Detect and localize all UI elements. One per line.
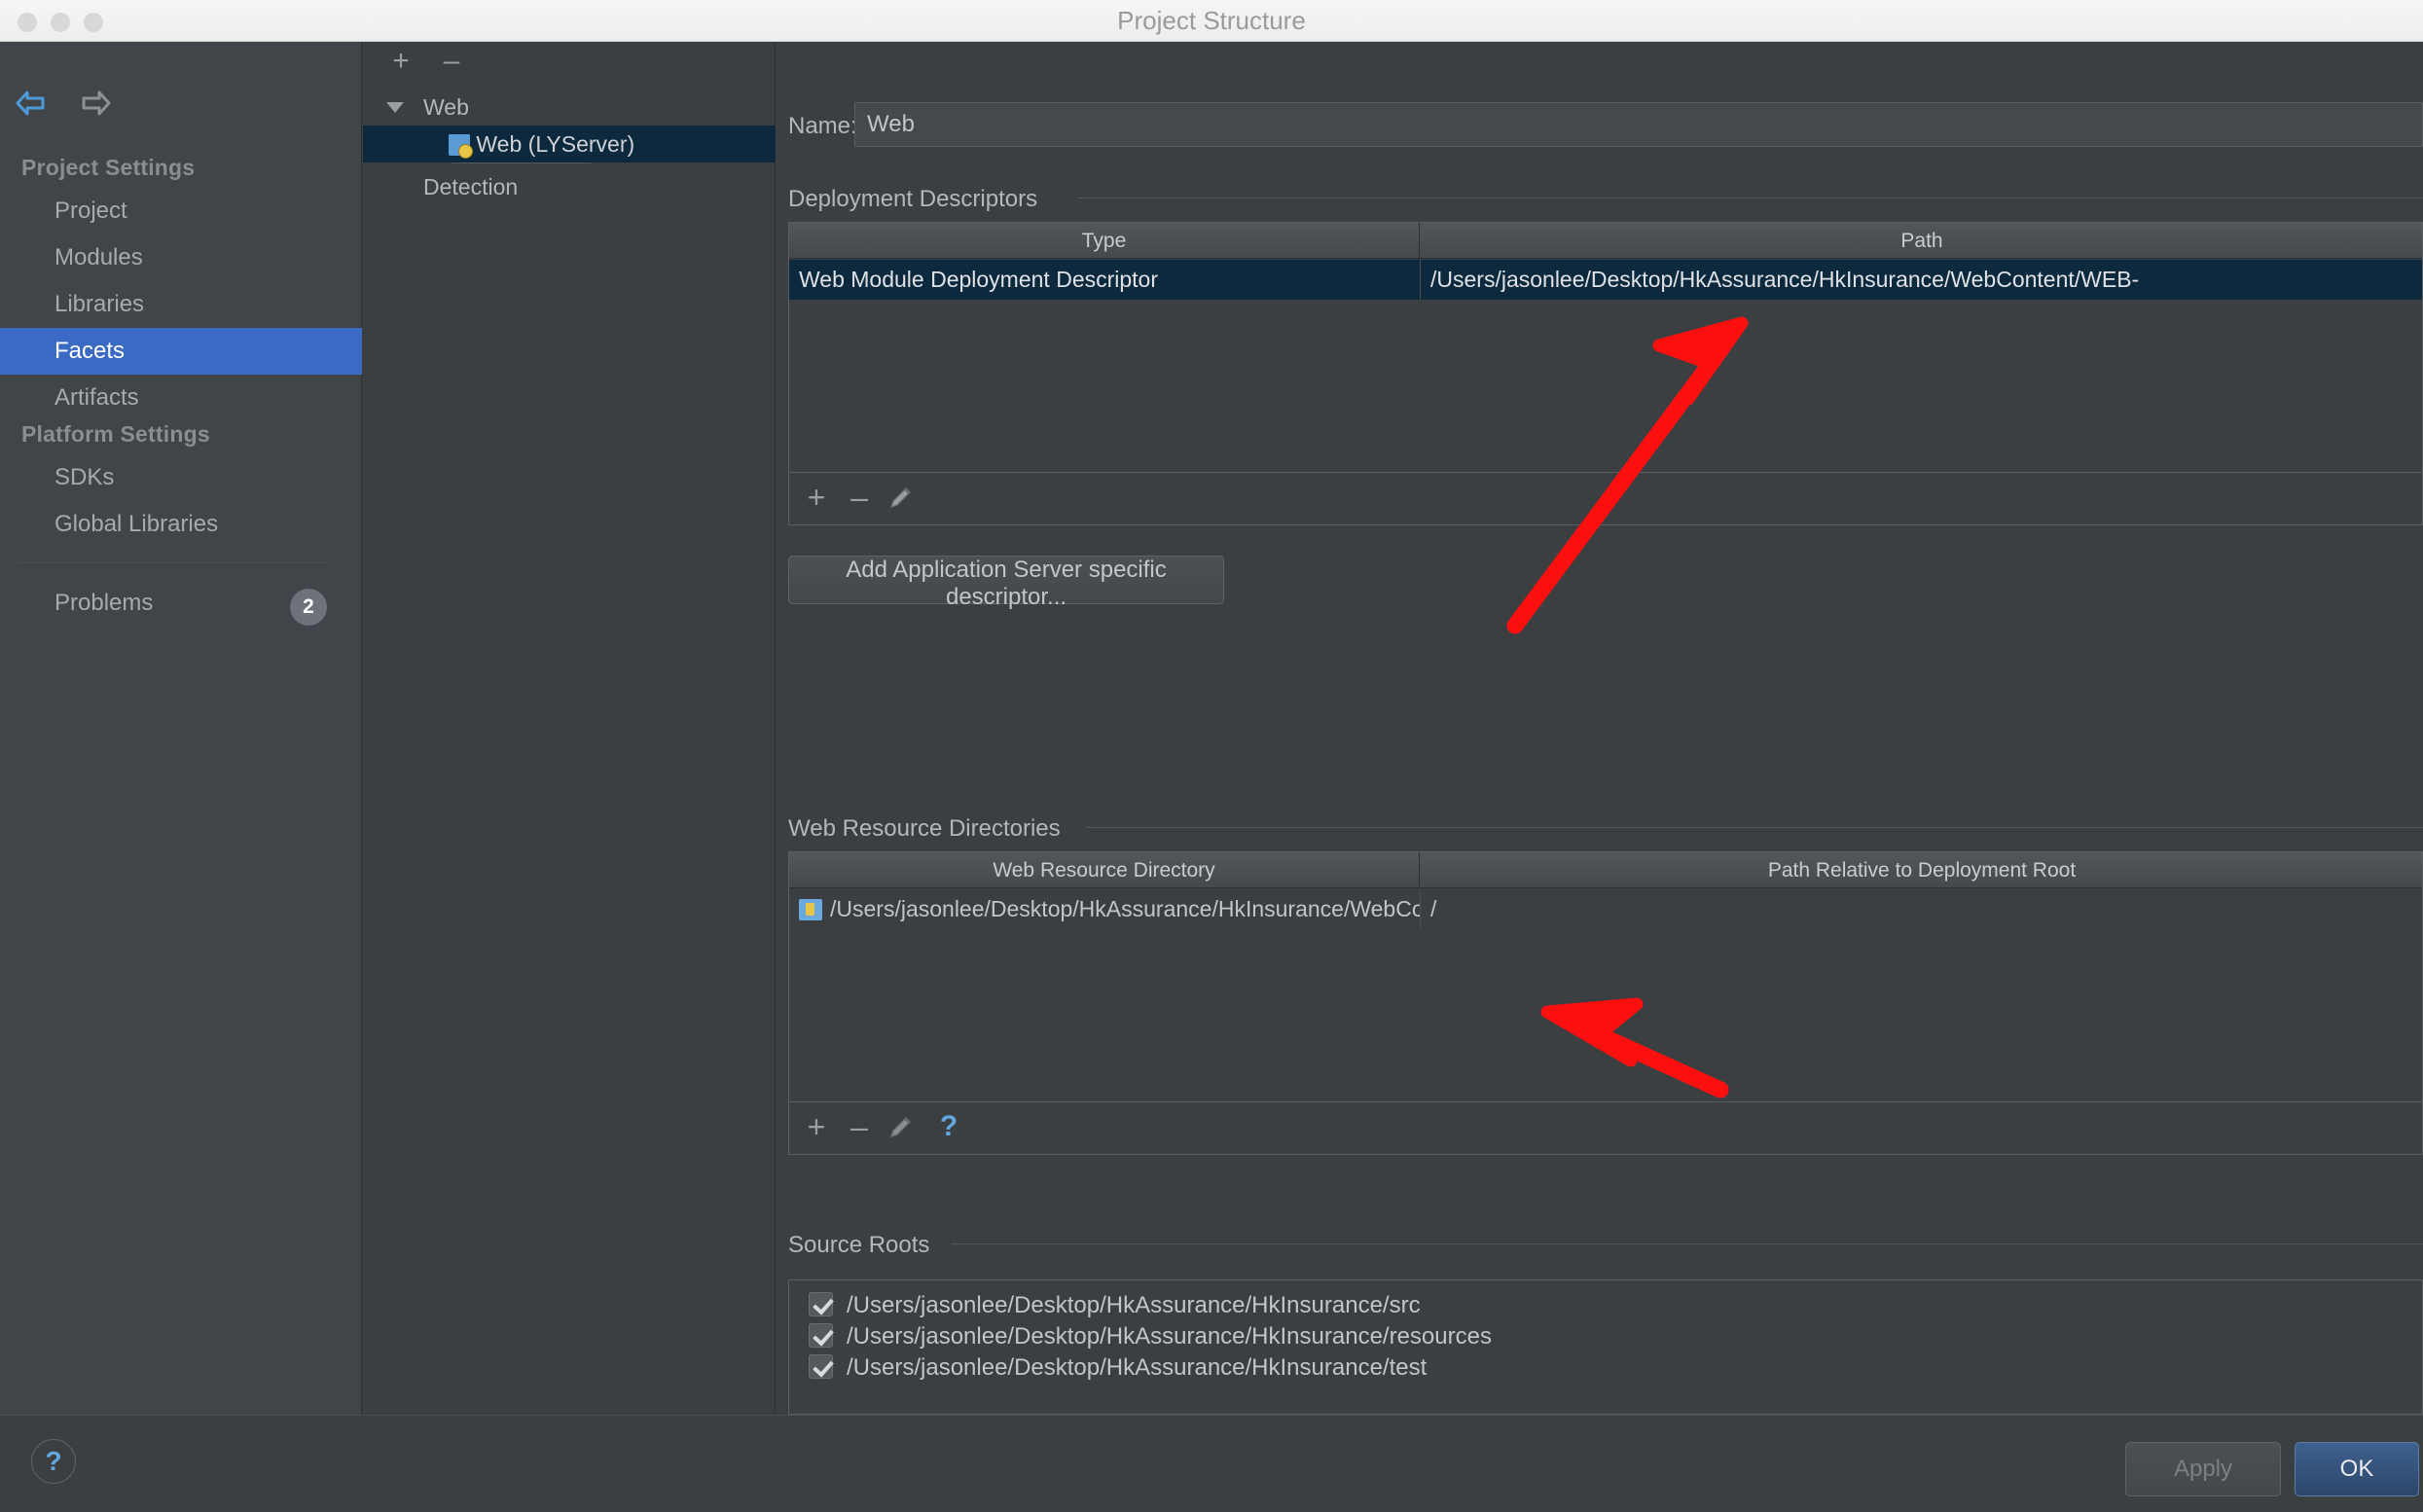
remove-descriptor-icon[interactable]: – (842, 481, 877, 516)
add-app-server-descriptor-button[interactable]: Add Application Server specific descript… (788, 556, 1224, 610)
sidebar-item-sdks[interactable]: SDKs (0, 454, 362, 501)
tree-node-detection[interactable]: Detection (363, 168, 776, 205)
remove-facet-icon[interactable]: – (435, 46, 468, 79)
sidebar-item-global-libraries[interactable]: Global Libraries (0, 501, 362, 548)
facets-tree-panel: + – Web Web (LYServer) Detection (363, 42, 776, 1415)
sidebar-group-platform-settings: Platform Settings (21, 421, 210, 447)
help-icon[interactable]: ? (31, 1439, 76, 1484)
tree-node-underline (452, 162, 591, 163)
cell-path: /Users/jasonlee/Desktop/HkAssurance/HkIn… (1420, 260, 2422, 300)
web-resource-directories-toolbar: + – ? (788, 1102, 2423, 1155)
facet-detail-panel: Name: Deployment Descriptors Type Path W… (777, 42, 2423, 1415)
source-root-path: /Users/jasonlee/Desktop/HkAssurance/HkIn… (847, 1292, 1421, 1318)
edit-descriptor-pencil-icon[interactable] (885, 483, 920, 518)
sidebar-divider (18, 562, 327, 563)
sidebar-item-facets[interactable]: Facets (0, 328, 362, 375)
web-resource-directories-table[interactable]: Web Resource Directory Path Relative to … (788, 851, 2423, 1102)
deployment-descriptors-toolbar: + – (788, 473, 2423, 525)
resource-dir-help-icon[interactable]: ? (931, 1110, 966, 1145)
cell-path-relative: / (1420, 889, 2422, 929)
tree-node-label: Web (LYServer) (476, 131, 635, 157)
dialog-footer: ? Cancel (0, 1415, 2423, 1512)
list-item[interactable]: /Users/jasonlee/Desktop/HkAssurance/HkIn… (789, 1347, 2422, 1388)
cell-directory-text: /Users/jasonlee/Desktop/HkAssurance/HkIn… (830, 896, 1420, 921)
window-title: Project Structure (1117, 6, 1306, 35)
tree-node-label: Detection (423, 174, 519, 199)
source-root-path: /Users/jasonlee/Desktop/HkAssurance/HkIn… (847, 1323, 1492, 1350)
tree-node-label: Web (423, 94, 469, 120)
source-roots-title: Source Roots (788, 1232, 930, 1258)
web-resource-directories-rule (1086, 827, 2423, 828)
web-resource-directories-title: Web Resource Directories (788, 815, 1061, 842)
tree-node-web-lyserver[interactable]: Web (LYServer) (363, 126, 776, 162)
table-row[interactable]: /Users/jasonlee/Desktop/HkAssurance/HkIn… (789, 889, 2422, 929)
source-roots-rule (952, 1243, 2423, 1244)
web-folder-icon (799, 899, 822, 920)
facets-tree-toolbar: + – (363, 42, 776, 83)
navigation-arrows (14, 89, 113, 118)
source-roots-list[interactable]: /Users/jasonlee/Desktop/HkAssurance/HkIn… (788, 1279, 2423, 1415)
edit-resource-dir-pencil-icon[interactable] (885, 1112, 920, 1147)
source-root-checkbox[interactable] (809, 1323, 833, 1348)
column-header-path-relative[interactable]: Path Relative to Deployment Root (1420, 852, 2422, 888)
sidebar-group-project-settings: Project Settings (21, 155, 196, 180)
sidebar-item-libraries[interactable]: Libraries (0, 281, 362, 328)
column-header-web-resource-directory[interactable]: Web Resource Directory (789, 852, 1420, 888)
sidebar-item-artifacts[interactable]: Artifacts (0, 375, 362, 421)
name-input[interactable] (854, 102, 2423, 147)
name-label: Name: (788, 113, 857, 139)
table-header-row: Web Resource Directory Path Relative to … (789, 852, 2422, 888)
settings-sidebar: Project Settings Project Modules Librari… (0, 42, 362, 1468)
remove-resource-dir-icon[interactable]: – (842, 1110, 877, 1145)
window-titlebar: Project Structure (0, 0, 2423, 42)
add-descriptor-icon[interactable]: + (799, 481, 834, 516)
forward-arrow-icon[interactable] (80, 89, 113, 118)
source-root-checkbox[interactable] (809, 1354, 833, 1379)
apply-button[interactable]: Apply (2125, 1442, 2281, 1496)
problems-count-badge: 2 (290, 589, 327, 626)
column-header-path[interactable]: Path (1420, 223, 2422, 259)
cell-type: Web Module Deployment Descriptor (799, 267, 1159, 292)
column-header-type[interactable]: Type (789, 223, 1420, 259)
ok-button[interactable]: OK (2295, 1442, 2419, 1496)
web-facet-icon (449, 134, 473, 159)
tree-node-web-group[interactable]: Web (363, 89, 776, 126)
sidebar-item-modules[interactable]: Modules (0, 234, 362, 281)
table-header-row: Type Path (789, 223, 2422, 259)
source-root-path: /Users/jasonlee/Desktop/HkAssurance/HkIn… (847, 1354, 1428, 1381)
sidebar-item-project[interactable]: Project (0, 188, 362, 234)
deployment-descriptors-table[interactable]: Type Path Web Module Deployment Descript… (788, 222, 2423, 473)
source-root-checkbox[interactable] (809, 1292, 833, 1316)
table-row[interactable]: Web Module Deployment Descriptor /Users/… (789, 260, 2422, 300)
add-resource-dir-icon[interactable]: + (799, 1110, 834, 1145)
add-facet-icon[interactable]: + (384, 46, 417, 79)
back-arrow-icon[interactable] (14, 89, 47, 118)
project-structure-dialog: Project Structure Project Settings Proje… (0, 0, 2423, 1512)
deployment-descriptors-title: Deployment Descriptors (788, 186, 1038, 212)
chevron-down-icon[interactable] (386, 102, 404, 113)
cell-web-resource-directory: /Users/jasonlee/Desktop/HkAssurance/HkIn… (789, 889, 1420, 929)
